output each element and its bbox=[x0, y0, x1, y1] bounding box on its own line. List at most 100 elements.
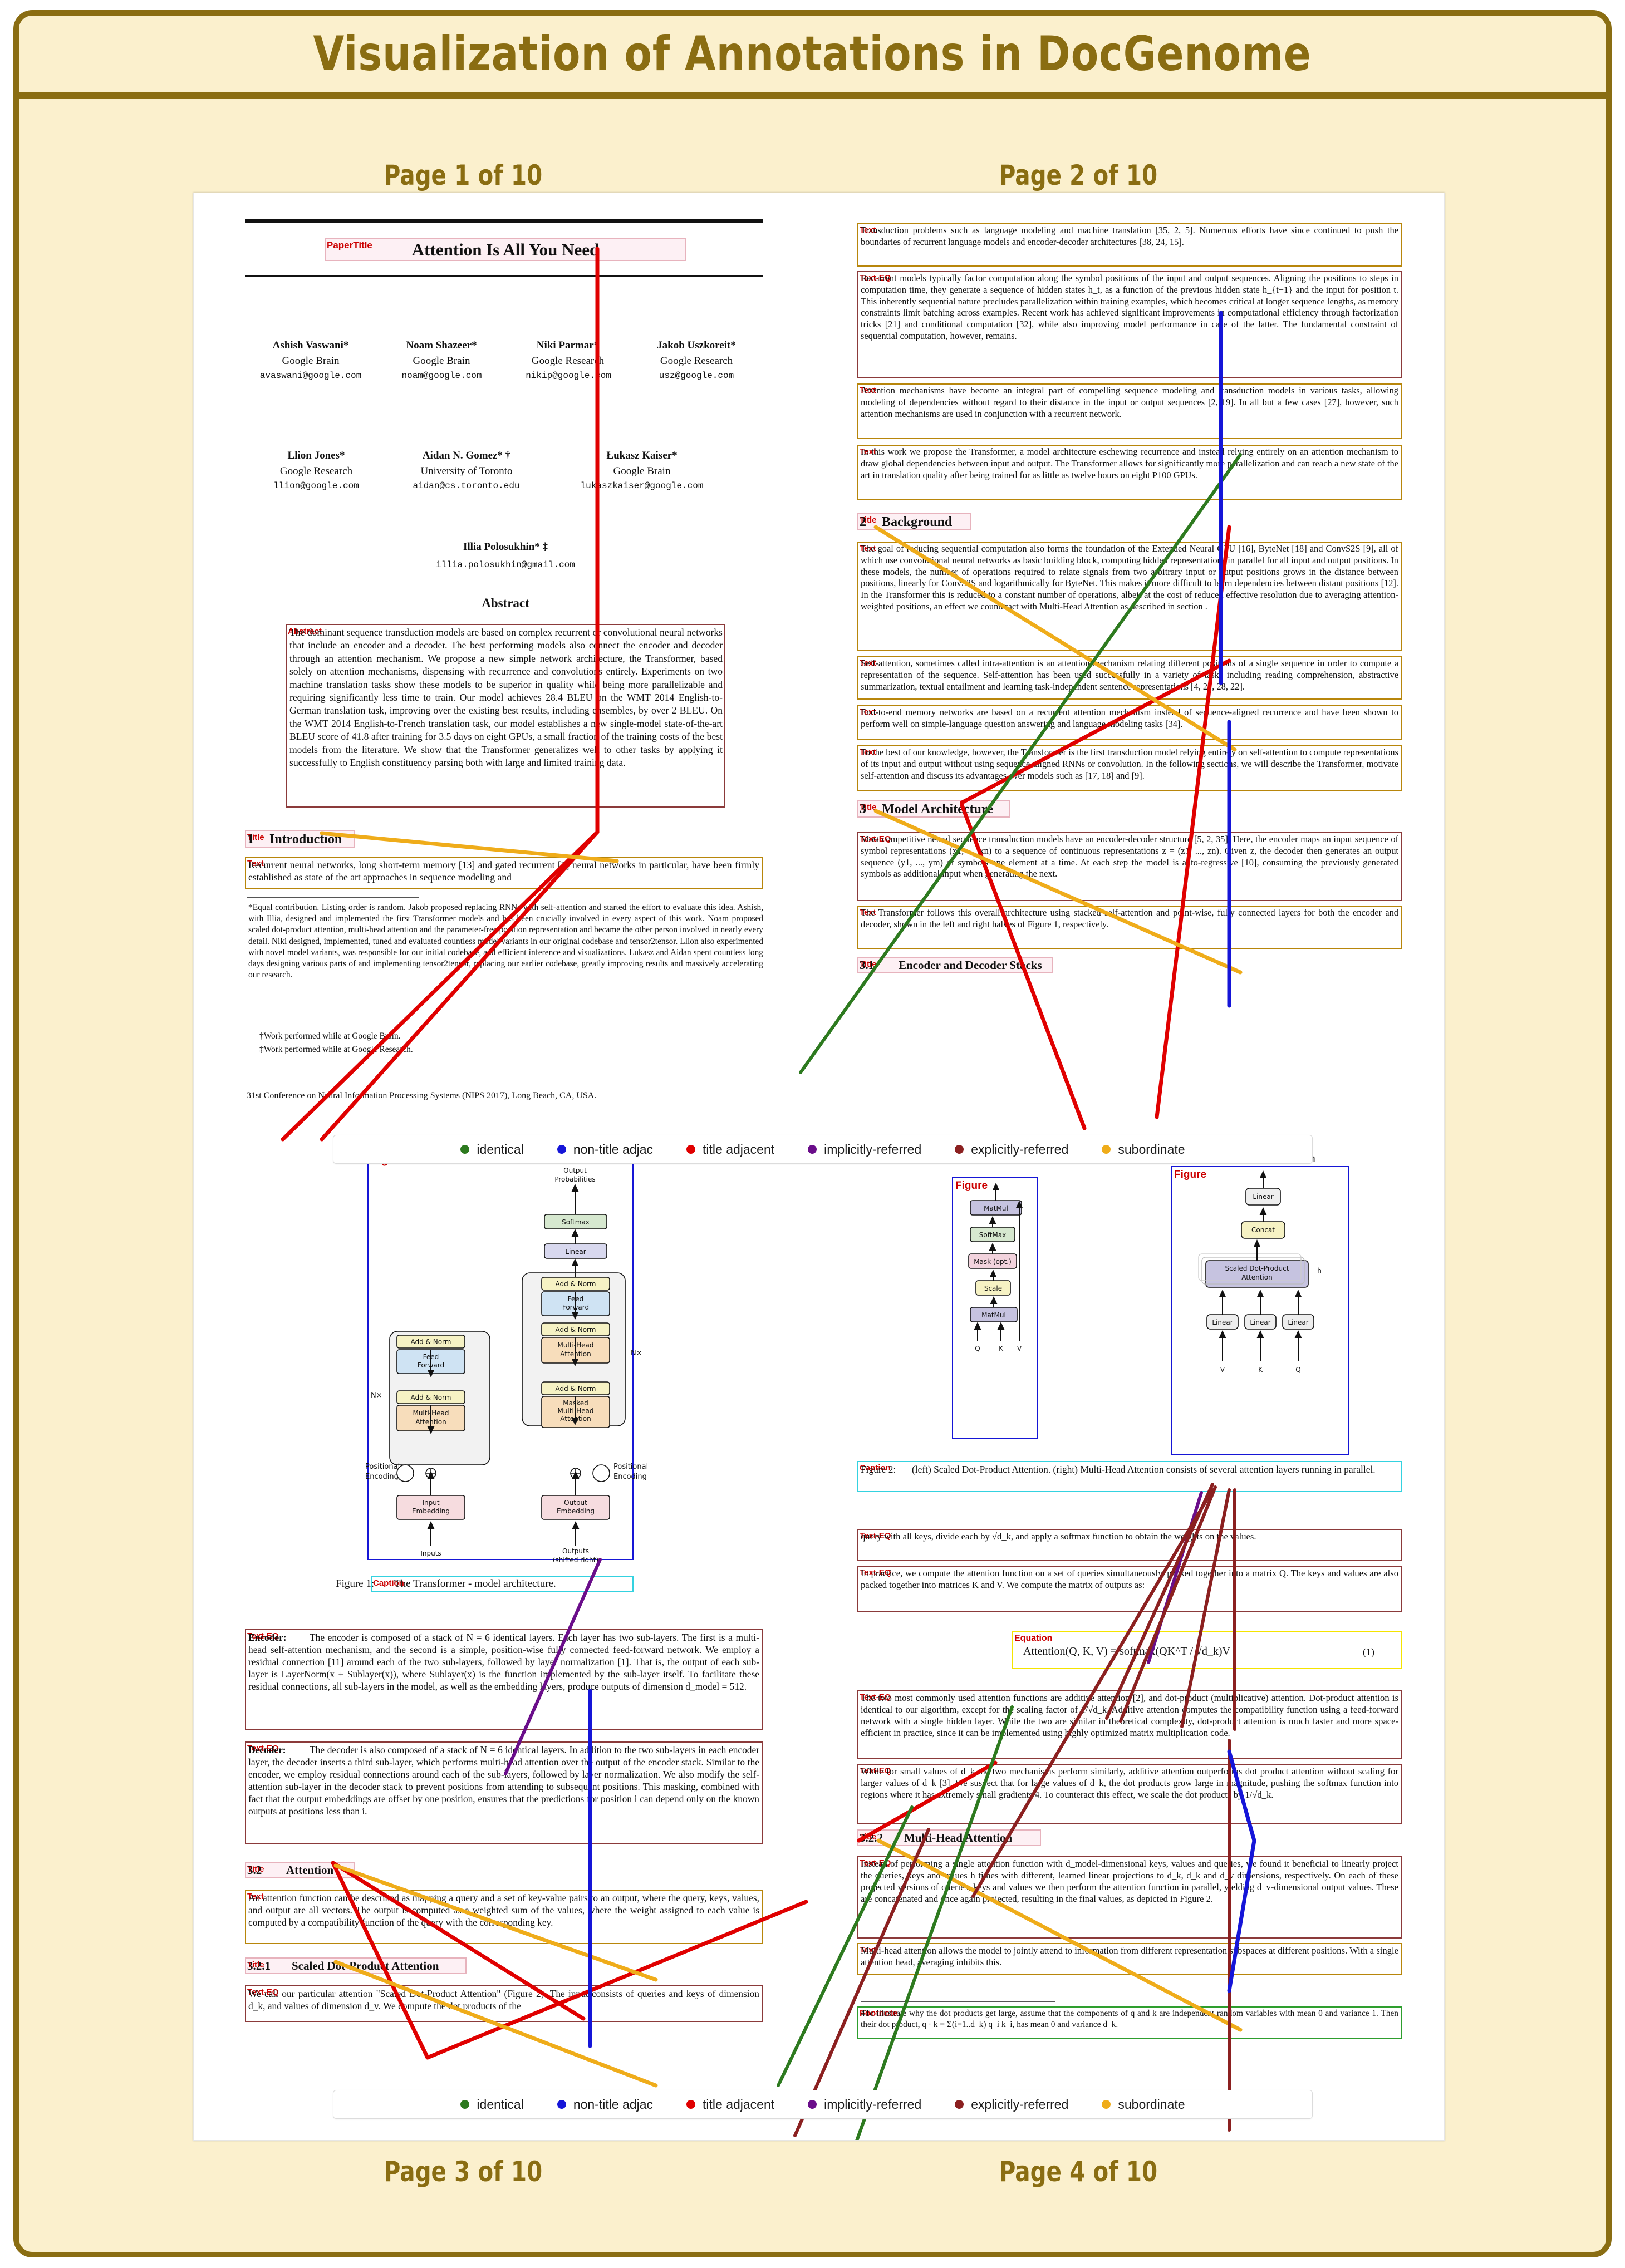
legend-label-explicitly-referred: explicitly-referred bbox=[971, 2097, 1069, 2112]
legend-item-subordinate[interactable]: subordinate bbox=[1102, 1142, 1185, 1157]
footnote-ddagger: ‡Work performed while at Google Research… bbox=[259, 1045, 413, 1054]
p2-para4: In this work we propose the Transformer,… bbox=[861, 446, 1398, 480]
page-label-2: Page 2 of 10 bbox=[999, 159, 1158, 191]
attention-body: An attention function can be described a… bbox=[248, 1892, 759, 1928]
author-email-5: aidan@cs.toronto.edu bbox=[413, 481, 520, 491]
section-1-body: Recurrent neural networks, long short-te… bbox=[248, 859, 759, 883]
page-label-1: Page 1 of 10 bbox=[384, 159, 543, 191]
poster-title-band: Visualization of Annotations in DocGenom… bbox=[19, 16, 1606, 99]
section-322-number: 3.2.2 bbox=[860, 1831, 883, 1844]
legend-label-identical: identical bbox=[477, 1142, 524, 1157]
legend-item-implicitly-referred[interactable]: implicitly-referred bbox=[808, 2097, 921, 2112]
sdp-body: We call our particular attention "Scaled… bbox=[248, 1988, 759, 2012]
legend-dot-identical-icon bbox=[460, 1145, 470, 1154]
p4-footnote: 4To illustrate why the dot products get … bbox=[861, 2009, 1398, 2029]
legend-item-non-title-adjac[interactable]: non-title adjac bbox=[557, 2097, 653, 2112]
annotation-figure-2-left[interactable]: Figure bbox=[952, 1177, 1038, 1439]
p2-para5: The goal of reducing sequential computat… bbox=[861, 543, 1398, 612]
legend-item-implicitly-referred[interactable]: implicitly-referred bbox=[808, 1142, 921, 1157]
tag-figure: Figure bbox=[955, 1180, 988, 1192]
p4-para3: The two most commonly used attention fun… bbox=[861, 1693, 1398, 1739]
paper-title-text: Attention Is All You Need bbox=[411, 240, 600, 259]
author-email-1: noam@google.com bbox=[401, 371, 482, 381]
document-page-3: Figure .fb { stroke:#111; stroke-width:1… bbox=[227, 1139, 784, 2124]
section-321-title: Scaled Dot-Product Attention bbox=[292, 1959, 439, 1972]
author-name-1: Noam Shazeer* bbox=[406, 340, 477, 351]
legend-dot-identical-icon bbox=[460, 2100, 470, 2109]
author-name-4: Llion Jones* bbox=[287, 450, 345, 461]
author-name-5: Aidan N. Gomez* † bbox=[422, 450, 511, 461]
author-email-7: illia.polosukhin@gmail.com bbox=[436, 560, 575, 570]
author-affil-6: Google Brain bbox=[613, 465, 671, 477]
section-32-number: 3.2 bbox=[247, 1863, 262, 1877]
page-title: Visualization of Annotations in DocGenom… bbox=[313, 26, 1312, 82]
legend-label-identical: identical bbox=[477, 2097, 524, 2112]
tag-figure: Figure bbox=[1174, 1169, 1207, 1180]
p2-para7: End-to-end memory networks are based on … bbox=[861, 707, 1398, 729]
p2-para2: Recurrent models typically factor comput… bbox=[861, 273, 1398, 342]
p4-para4: While for small values of d_k the two me… bbox=[861, 1766, 1398, 1800]
author-email-6: lukaszkaiser@google.com bbox=[580, 481, 704, 491]
legend-item-explicitly-referred[interactable]: explicitly-referred bbox=[955, 2097, 1068, 2112]
decoder-body: The decoder is also composed of a stack … bbox=[248, 1744, 759, 1817]
legend-item-non-title-adjac[interactable]: non-title adjac bbox=[557, 1142, 653, 1157]
legend-label-title-adjacent: title adjacent bbox=[703, 1142, 775, 1157]
legend-dot-explicitly-referred-icon bbox=[955, 1145, 964, 1154]
section-321-number: 3.2.1 bbox=[247, 1959, 271, 1972]
legend-dot-subordinate-icon bbox=[1102, 2100, 1111, 2109]
legend-label-title-adjacent: title adjacent bbox=[703, 2097, 775, 2112]
author-affil-4: Google Research bbox=[279, 465, 353, 477]
p2-para3: Attention mechanisms have become an inte… bbox=[861, 385, 1398, 419]
author-name-6: Łukasz Kaiser* bbox=[606, 450, 678, 461]
author-name-7: Illia Polosukhin* ‡ bbox=[463, 541, 548, 553]
section-2-number: 2 bbox=[860, 515, 866, 529]
document-page-4: Scaled Dot-Product Attention Multi-Head … bbox=[845, 1139, 1413, 2124]
legend-label-implicitly-referred: implicitly-referred bbox=[824, 1142, 922, 1157]
legend-label-non-title-adjac: non-title adjac bbox=[573, 2097, 654, 2112]
p2-para9: Most competitive neural sequence transdu… bbox=[861, 834, 1398, 879]
author-email-0: avaswani@google.com bbox=[259, 371, 362, 381]
p4-para6: Multi-head attention allows the model to… bbox=[861, 1945, 1398, 1968]
figure-1-caption: The Transformer - model architecture. bbox=[394, 1578, 556, 1590]
legend-label-subordinate: subordinate bbox=[1118, 1142, 1185, 1157]
legend-label-subordinate: subordinate bbox=[1118, 2097, 1185, 2112]
poster-frame: Visualization of Annotations in DocGenom… bbox=[13, 10, 1612, 2257]
legend-dot-title-adjacent-icon bbox=[686, 2100, 696, 2109]
section-32-title: Attention bbox=[286, 1863, 334, 1877]
legend-item-identical[interactable]: identical bbox=[460, 1142, 524, 1157]
annotation-figure-1[interactable]: Figure bbox=[367, 1150, 634, 1560]
legend-item-identical[interactable]: identical bbox=[460, 2097, 524, 2112]
document-page-2: Text Transduction problems such as langu… bbox=[845, 205, 1413, 1129]
equation-1-text: Attention(Q, K, V) = softmax(QK^T / √d_k… bbox=[1023, 1645, 1230, 1657]
conference-note: 31st Conference on Neural Information Pr… bbox=[247, 1091, 597, 1100]
legend-dot-explicitly-referred-icon bbox=[955, 2100, 964, 2109]
legend-label-implicitly-referred: implicitly-referred bbox=[824, 2097, 922, 2112]
tag-equation: Equation bbox=[1014, 1634, 1053, 1643]
author-email-4: llion@google.com bbox=[273, 481, 359, 491]
legend-item-explicitly-referred[interactable]: explicitly-referred bbox=[955, 1142, 1068, 1157]
annotation-figure-2-right[interactable]: Figure bbox=[1171, 1166, 1349, 1455]
legend-item-subordinate[interactable]: subordinate bbox=[1102, 2097, 1185, 2112]
author-email-2: nikip@google.com bbox=[526, 371, 611, 381]
figure-2-caption: (left) Scaled Dot-Product Attention. (ri… bbox=[912, 1464, 1376, 1475]
author-affil-1: Google Brain bbox=[413, 355, 470, 367]
author-affil-5: University of Toronto bbox=[420, 465, 513, 477]
abstract-body: The dominant sequence transduction model… bbox=[289, 627, 723, 768]
author-affil-2: Google Research bbox=[531, 355, 605, 367]
author-name-3: Jakob Uszkoreit* bbox=[657, 340, 736, 351]
section-322-title: Multi-Head Attention bbox=[904, 1831, 1013, 1844]
encoder-body: The encoder is composed of a stack of N … bbox=[248, 1632, 759, 1693]
legend-label-non-title-adjac: non-title adjac bbox=[573, 1142, 654, 1157]
footnote-dagger: †Work performed while at Google Brain. bbox=[259, 1031, 401, 1041]
legend-label-explicitly-referred: explicitly-referred bbox=[971, 1142, 1069, 1157]
author-email-3: usz@google.com bbox=[659, 371, 734, 381]
legend-item-title-adjacent[interactable]: title adjacent bbox=[686, 2097, 774, 2112]
p4-para1: query with all keys, divide each by √d_k… bbox=[861, 1531, 1256, 1542]
author-affil-0: Google Brain bbox=[282, 355, 340, 367]
author-affil-3: Google Research bbox=[660, 355, 733, 367]
section-2-title: Background bbox=[882, 515, 953, 529]
footnote-equal-contribution: *Equal contribution. Listing order is ra… bbox=[248, 903, 763, 980]
legend-item-title-adjacent[interactable]: title adjacent bbox=[686, 1142, 774, 1157]
p2-para6: Self-attention, sometimes called intra-a… bbox=[861, 658, 1398, 692]
p2-para10: The Transformer follows this overall arc… bbox=[861, 907, 1398, 929]
